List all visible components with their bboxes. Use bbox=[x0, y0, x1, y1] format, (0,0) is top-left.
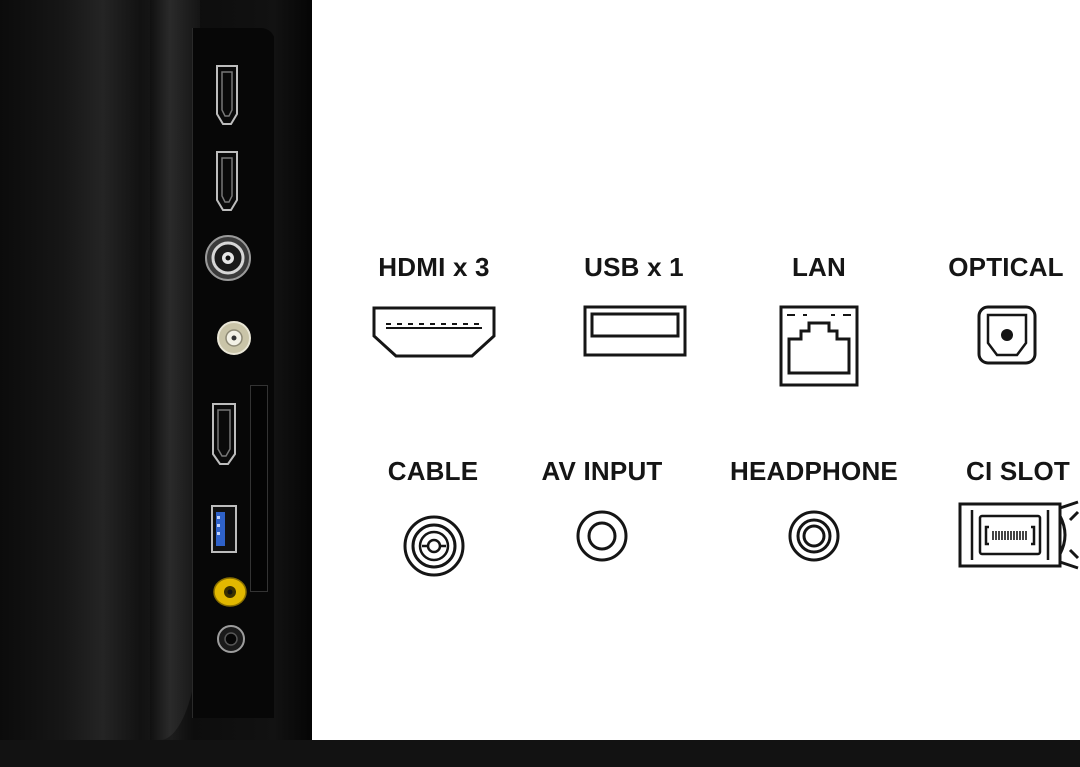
optical-port-icon bbox=[977, 305, 1037, 365]
panel-satellite-jack bbox=[217, 321, 251, 355]
panel-hdmi-port-1 bbox=[216, 65, 238, 125]
headphone-label: HEADPHONE bbox=[730, 456, 898, 486]
hdmi-port-icon bbox=[372, 306, 496, 358]
cable-port-icon bbox=[403, 515, 465, 577]
panel-hdmi-port-3 bbox=[212, 403, 236, 465]
ci-slot-label: CI SLOT bbox=[966, 456, 1070, 486]
panel-av-jack bbox=[213, 577, 247, 607]
av-input-port-icon bbox=[576, 510, 628, 562]
usb-port-icon bbox=[583, 305, 687, 357]
lan-label: LAN bbox=[791, 252, 847, 282]
bottom-dark-band bbox=[0, 740, 1080, 767]
panel-headphone-jack bbox=[217, 625, 245, 653]
headphone-port-icon bbox=[788, 510, 840, 562]
tv-panel-edge bbox=[274, 0, 312, 740]
panel-hdmi-port-2 bbox=[216, 151, 238, 211]
panel-ci-slot bbox=[250, 385, 268, 592]
panel-usb-port bbox=[211, 505, 237, 553]
panel-cable-jack bbox=[205, 235, 251, 281]
cable-label: CABLE bbox=[387, 456, 479, 486]
ci-slot-icon bbox=[958, 500, 1080, 570]
lan-port-icon bbox=[779, 305, 859, 387]
tv-back-panel-photo bbox=[0, 0, 312, 740]
hdmi-label: HDMI x 3 bbox=[378, 252, 490, 282]
usb-label: USB x 1 bbox=[584, 252, 684, 282]
av-input-label: AV INPUT bbox=[541, 456, 663, 486]
optical-label: OPTICAL bbox=[948, 252, 1064, 282]
tv-port-strip bbox=[192, 28, 275, 718]
